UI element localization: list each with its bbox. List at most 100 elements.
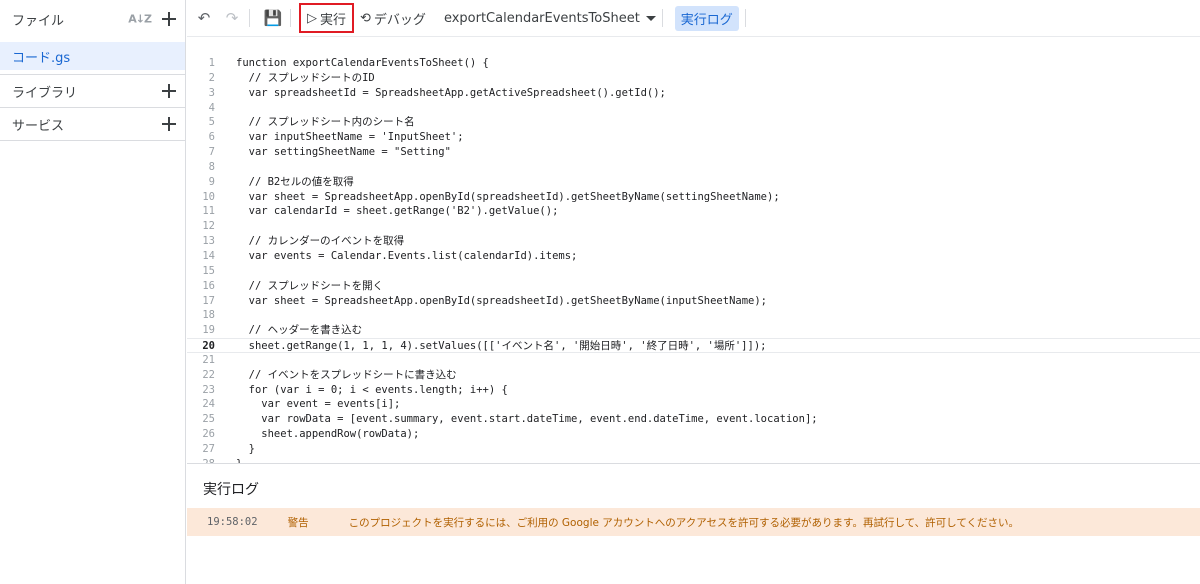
code-text[interactable]: var event = events[i]; (236, 397, 400, 412)
code-text[interactable]: var sheet = SpreadsheetApp.openById(spre… (236, 294, 767, 309)
add-library-icon[interactable] (161, 83, 177, 99)
code-text[interactable]: // スプレッドシートのID (236, 71, 375, 86)
line-number: 6 (208, 131, 215, 144)
code-text[interactable]: sheet.appendRow(rowData); (236, 427, 419, 442)
line-number: 26 (202, 428, 215, 441)
line-number: 25 (202, 413, 215, 426)
editor-toolbar: ↶ ↷ 💾 ▷ 実行 ⟲ デバッグ exportCalendarEventsTo… (187, 0, 1200, 37)
code-text[interactable]: var rowData = [event.summary, event.star… (236, 412, 817, 427)
code-text[interactable]: var events = Calendar.Events.list(calend… (236, 249, 578, 264)
line-number: 9 (208, 175, 215, 188)
debug-icon: ⟲ (360, 10, 371, 26)
code-text[interactable]: var calendarId = sheet.getRange('B2').ge… (236, 204, 559, 219)
code-line[interactable]: 14 var events = Calendar.Events.list(cal… (187, 249, 1200, 264)
log-message: このプロジェクトを実行するには、ご利用の Google アカウントへのアクアセス… (348, 516, 1020, 529)
code-text[interactable]: // カレンダーのイベントを取得 (236, 234, 404, 249)
code-text[interactable]: var sheet = SpreadsheetApp.openById(spre… (236, 190, 780, 205)
code-line[interactable]: 12 (187, 219, 1200, 234)
line-number: 22 (202, 368, 215, 381)
log-title: 実行ログ (203, 482, 259, 498)
line-number: 21 (202, 353, 215, 366)
sidebar: ファイル A↓Z コード.gs ライブラリ サービス (0, 0, 186, 584)
code-line[interactable]: 6 var inputSheetName = 'InputSheet'; (187, 130, 1200, 145)
code-line[interactable]: 10 var sheet = SpreadsheetApp.openById(s… (187, 190, 1200, 205)
line-number: 15 (202, 264, 215, 277)
code-line[interactable]: 25 var rowData = [event.summary, event.s… (187, 412, 1200, 427)
line-number: 18 (202, 309, 215, 322)
sort-az-icon[interactable]: A↓Z (128, 13, 152, 26)
line-number: 10 (202, 190, 215, 203)
add-file-icon[interactable] (161, 11, 177, 27)
code-text[interactable]: // スプレッドシートを開く (236, 279, 383, 294)
line-number: 4 (208, 101, 215, 114)
code-line[interactable]: 5 // スプレッドシート内のシート名 (187, 115, 1200, 130)
code-text[interactable]: var inputSheetName = 'InputSheet'; (236, 130, 464, 145)
line-number: 17 (202, 294, 215, 307)
toolbar-divider (744, 9, 746, 27)
run-button[interactable]: ▷ 実行 (299, 3, 355, 33)
code-text[interactable]: // B2セルの値を取得 (236, 175, 354, 190)
function-name: exportCalendarEventsToSheet (443, 10, 640, 26)
code-text[interactable]: sheet.getRange(1, 1, 1, 4).setValues([['… (236, 339, 767, 354)
code-text[interactable]: // スプレッドシート内のシート名 (236, 115, 415, 130)
code-line[interactable]: 22 // イベントをスプレッドシートに書き込む (187, 368, 1200, 383)
code-text[interactable]: function exportCalendarEventsToSheet() { (236, 56, 489, 71)
code-line[interactable]: 16 // スプレッドシートを開く (187, 279, 1200, 294)
log-level: 警告 (287, 516, 309, 529)
code-line[interactable]: 1 function exportCalendarEventsToSheet() … (187, 56, 1200, 71)
file-item-code-gs[interactable]: コード.gs (0, 42, 185, 70)
function-select[interactable]: exportCalendarEventsToSheet (444, 11, 656, 26)
log-entry: 19:58:02 警告 このプロジェクトを実行するには、ご利用の Google … (187, 508, 1200, 536)
code-text[interactable]: } (236, 442, 255, 457)
play-icon: ▷ (307, 10, 317, 26)
code-line[interactable]: 27 } (187, 442, 1200, 457)
execution-log-button[interactable]: 実行ログ (674, 5, 739, 31)
add-service-icon[interactable] (161, 116, 177, 132)
code-line[interactable]: 19 // ヘッダーを書き込む (187, 323, 1200, 338)
line-number: 8 (208, 160, 215, 173)
code-text[interactable]: var settingSheetName = "Setting" (236, 145, 451, 160)
code-text[interactable]: // イベントをスプレッドシートに書き込む (236, 368, 457, 383)
code-editor[interactable]: 1 function exportCalendarEventsToSheet() … (187, 37, 1200, 463)
line-number: 23 (202, 383, 215, 396)
code-line[interactable]: 26 sheet.appendRow(rowData); (187, 427, 1200, 442)
line-number: 3 (208, 86, 215, 99)
code-text[interactable]: for (var i = 0; i < events.length; i++) … (236, 383, 508, 398)
code-line[interactable]: 9 // B2セルの値を取得 (187, 175, 1200, 190)
services-label: サービス (12, 118, 65, 134)
line-number: 1 (208, 57, 215, 69)
line-number: 27 (202, 442, 215, 455)
code-text[interactable]: var spreadsheetId = SpreadsheetApp.getAc… (236, 86, 666, 101)
code-line[interactable]: 23 for (var i = 0; i < events.length; i+… (187, 383, 1200, 398)
line-number: 11 (202, 205, 215, 218)
debug-button[interactable]: ⟲ デバッグ (360, 9, 426, 28)
sidebar-item-services[interactable]: サービス (0, 108, 185, 141)
line-number: 20 (202, 340, 215, 353)
code-line[interactable]: 21 (187, 353, 1200, 368)
code-line[interactable]: 17 var sheet = SpreadsheetApp.openById(s… (187, 294, 1200, 309)
run-label: 実行 (320, 12, 347, 28)
code-line[interactable]: 8 (187, 160, 1200, 175)
code-line[interactable]: 18 (187, 308, 1200, 323)
code-line[interactable]: 4 (187, 101, 1200, 116)
line-number: 2 (208, 71, 215, 84)
code-line[interactable]: 20 sheet.getRange(1, 1, 1, 4).setValues(… (187, 338, 1200, 353)
line-number: 19 (202, 324, 215, 337)
code-text[interactable]: // ヘッダーを書き込む (236, 323, 362, 338)
save-icon[interactable]: 💾 (262, 7, 284, 29)
code-line[interactable]: 24 var event = events[i]; (187, 397, 1200, 412)
code-line[interactable]: 11 var calendarId = sheet.getRange('B2')… (187, 204, 1200, 219)
undo-icon[interactable]: ↶ (193, 7, 215, 29)
code-line[interactable]: 13 // カレンダーのイベントを取得 (187, 234, 1200, 249)
code-line[interactable]: 3 var spreadsheetId = SpreadsheetApp.get… (187, 86, 1200, 101)
file-item-label: コード.gs (12, 50, 71, 66)
code-line[interactable]: 15 (187, 264, 1200, 279)
code-lines[interactable]: 1 function exportCalendarEventsToSheet() … (187, 56, 1200, 463)
code-line[interactable]: 7 var settingSheetName = "Setting" (187, 145, 1200, 160)
line-number: 24 (202, 398, 215, 411)
line-number: 12 (202, 220, 215, 233)
sidebar-item-libraries[interactable]: ライブラリ (0, 75, 185, 108)
line-number: 14 (202, 249, 215, 262)
code-line[interactable]: 2 // スプレッドシートのID (187, 71, 1200, 86)
redo-icon[interactable]: ↷ (221, 7, 243, 29)
